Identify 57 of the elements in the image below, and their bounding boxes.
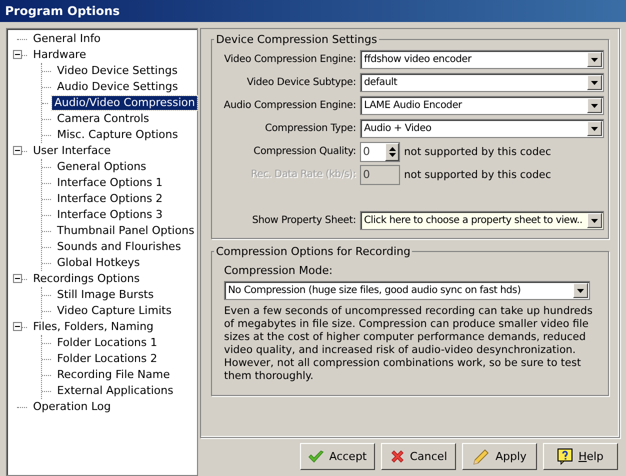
tree-item[interactable]: Hardware — [31, 48, 88, 62]
tree-item[interactable]: Video Capture Limits — [55, 304, 174, 318]
tree-item[interactable]: Files, Folders, Naming — [31, 320, 156, 334]
note-text: not supported by this codec — [404, 168, 552, 180]
dropdown[interactable]: No Compression (huge size files, good audio sync on fast hds) — [224, 281, 590, 300]
tree-item[interactable]: Audio Device Settings — [55, 80, 180, 94]
field-label: Video Device Subtype: — [246, 77, 356, 88]
collapse-icon[interactable] — [13, 50, 22, 59]
field-label: Audio Compression Engine: — [222, 100, 356, 111]
spin-arrows-icon[interactable] — [385, 142, 399, 160]
help-button[interactable]: Help — [543, 443, 618, 470]
tree-item[interactable]: Operation Log — [31, 400, 113, 414]
dropdown[interactable]: ffdshow video encoder — [360, 50, 604, 69]
tree-item[interactable]: Recording File Name — [55, 368, 172, 382]
dropdown[interactable]: default — [360, 73, 604, 92]
pencil-icon — [472, 448, 490, 466]
tree-item[interactable]: Misc. Capture Options — [55, 128, 180, 142]
group-title: Compression Options for Recording — [215, 245, 412, 258]
cancel-button[interactable]: Cancel — [381, 443, 456, 470]
tree-item[interactable]: Interface Options 1 — [55, 176, 165, 190]
close-icon — [390, 449, 405, 464]
dropdown[interactable]: Click here to choose a property sheet to view.. — [360, 211, 604, 230]
tree-item[interactable]: Folder Locations 2 — [55, 352, 160, 366]
tree-item[interactable]: General Info — [31, 32, 103, 46]
field-label: Show Property Sheet: — [251, 215, 356, 226]
tree-item[interactable]: Interface Options 2 — [55, 192, 165, 206]
tree-item[interactable]: Interface Options 3 — [55, 208, 165, 222]
dropdown[interactable]: Audio + Video — [360, 119, 604, 138]
collapse-icon[interactable] — [13, 322, 22, 331]
spin-field[interactable]: 0 — [360, 142, 400, 162]
description-text: Even a few seconds of uncompressed recording can take up hundreds of megabytes in file size. Compression can produce smaller video file sizes at the cost of higher computer performance demands, reduced video quality, and increased risk of audio-video desynchronization. However, not all compression combinations work, so be sure to test them thoroughly. — [224, 305, 594, 383]
dropdown[interactable]: LAME Audio Encoder — [360, 96, 604, 115]
tree-item[interactable]: Global Hotkeys — [55, 256, 142, 270]
note-text: not supported by this codec — [404, 146, 552, 158]
tree-item[interactable]: Audio/Video Compression — [52, 96, 197, 110]
help-icon — [557, 448, 574, 465]
tree-item[interactable]: Video Device Settings — [55, 64, 180, 78]
window-title: Program Options — [5, 4, 120, 18]
tree-item[interactable]: Thumbnail Panel Options — [55, 224, 196, 238]
accept-button[interactable]: Accept — [300, 443, 375, 470]
field-label: Compression Quality: — [252, 146, 356, 157]
tree-item[interactable]: User Interface — [31, 144, 113, 158]
field-label: Video Compression Engine: — [223, 54, 356, 65]
group-title: Device Compression Settings — [215, 33, 378, 46]
collapse-icon[interactable] — [13, 146, 22, 155]
collapse-icon[interactable] — [13, 274, 22, 283]
tree-item[interactable]: External Applications — [55, 384, 176, 398]
field-label: Compression Mode: — [224, 264, 334, 277]
apply-button[interactable]: Apply — [462, 443, 537, 470]
tree-item[interactable]: Recordings Options — [31, 272, 142, 286]
tree-item[interactable]: Sounds and Flourishes — [55, 240, 183, 254]
tree-item[interactable]: Camera Controls — [55, 112, 152, 126]
field-label: Compression Type: — [264, 123, 356, 134]
tree-item[interactable]: Folder Locations 1 — [55, 336, 160, 350]
tree-item[interactable]: Still Image Bursts — [55, 288, 156, 302]
checkmark-icon — [308, 450, 324, 464]
tree-item[interactable]: General Options — [55, 160, 148, 174]
